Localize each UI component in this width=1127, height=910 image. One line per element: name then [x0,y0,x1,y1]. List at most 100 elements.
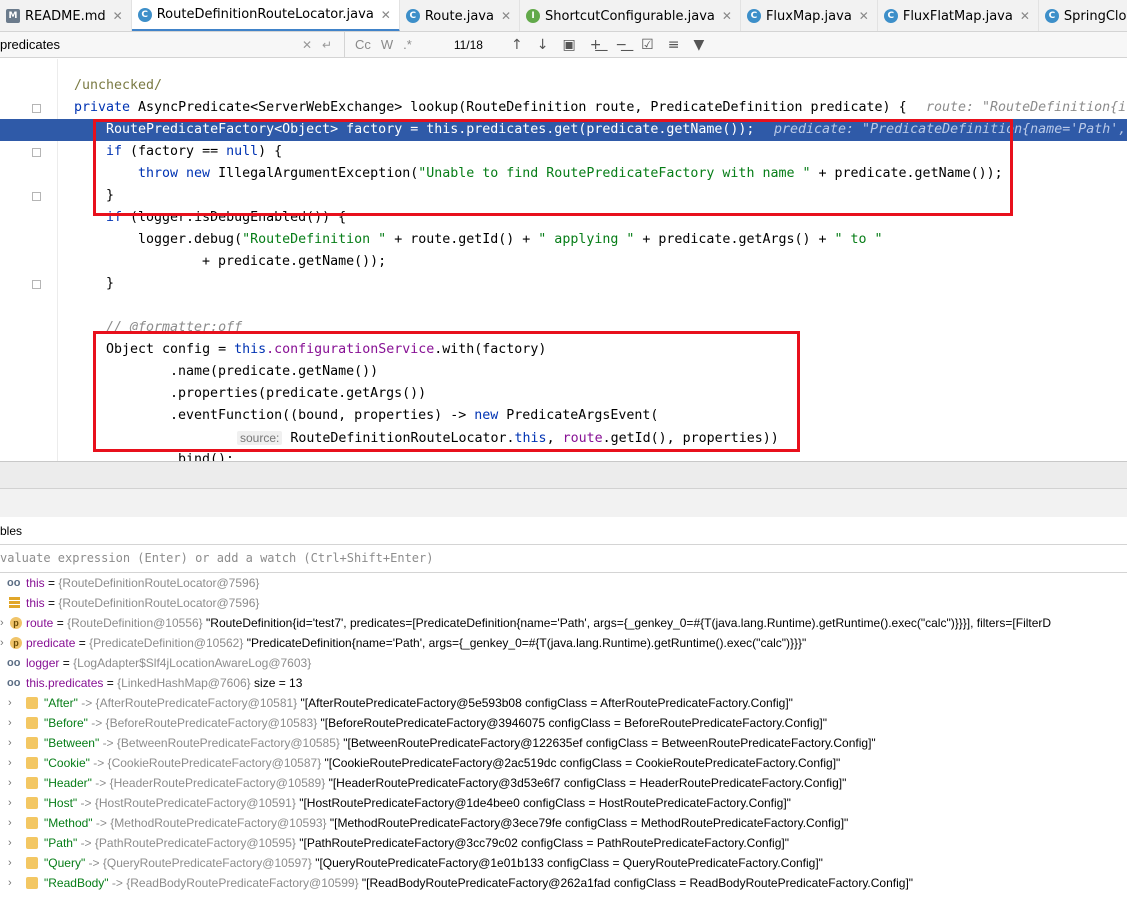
string-literal: " applying " [538,232,635,247]
variables-tree: oo this = {RouteDefinitionRouteLocator@7… [0,573,1127,910]
variable-ref: -> {PathRoutePredicateFactory@10595} [80,836,296,850]
tab-route-definition-route-locator[interactable]: C RouteDefinitionRouteLocator.java ✕ [131,0,400,31]
search-query: predicates [0,37,60,52]
variable-ref: -> {CookieRoutePredicateFactory@10587} [93,756,322,770]
chevron-right-icon[interactable]: › [8,833,12,853]
string-literal: "RouteDefinition " [242,232,387,247]
add-selection-icon[interactable]: +͟ [590,37,602,53]
variable-ref: {LogAdapter$Slf4jLocationAwareLog@7603} [73,656,312,670]
variable-row[interactable]: oo this = {RouteDefinitionRouteLocator@7… [0,573,1127,593]
variable-value: "[ReadBodyRoutePredicateFactory@262a1fad… [361,876,914,890]
map-entry-row[interactable]: › "Cookie" -> {CookieRoutePredicateFacto… [0,753,1127,773]
variable-ref: -> {AfterRoutePredicateFactory@10581} [81,696,298,710]
select-occurrences-icon[interactable]: ☑ [641,37,654,53]
map-key: "Before" [44,716,88,730]
clear-search-icon[interactable]: ✕ [302,38,312,52]
class-file-icon: C [883,9,898,23]
close-icon[interactable]: ✕ [859,9,869,23]
code-text: + predicate.getArgs() + [634,232,835,247]
chevron-right-icon[interactable]: › [0,613,4,633]
chevron-right-icon[interactable]: › [8,693,12,713]
map-entry-row[interactable]: › "Between" -> {BetweenRoutePredicateFac… [0,733,1127,753]
in-selection-icon[interactable]: ≡ [668,37,680,53]
map-entry-row[interactable]: › "Host" -> {HostRoutePredicateFactory@1… [0,793,1127,813]
interface-file-icon: I [526,9,541,23]
variable-ref: -> {MethodRoutePredicateFactory@10593} [95,816,327,830]
map-entry-row[interactable]: › "Method" -> {MethodRoutePredicateFacto… [0,813,1127,833]
tab-flux-map[interactable]: C FluxMap.java ✕ [741,0,878,31]
variable-name: predicate [26,636,76,650]
chevron-right-icon[interactable]: › [8,793,12,813]
close-icon[interactable]: ✕ [113,9,123,23]
variable-row[interactable]: oo logger = {LogAdapter$Slf4jLocationAwa… [0,653,1127,673]
watch-placeholder: valuate expression (Enter) or add a watc… [0,551,434,565]
map-entry-row[interactable]: › "After" -> {AfterRoutePredicateFactory… [0,693,1127,713]
tab-route[interactable]: C Route.java ✕ [400,0,521,31]
chevron-right-icon[interactable]: › [0,633,4,653]
close-icon[interactable]: ✕ [381,8,391,22]
tab-spring-cloud-gateway-demo-app[interactable]: C SpringCloudGatewayDemoAppl [1039,0,1127,31]
map-entry-row[interactable]: › "Path" -> {PathRoutePredicateFactory@1… [0,833,1127,853]
variable-row[interactable]: oo this.predicates = {LinkedHashMap@7606… [0,673,1127,693]
panel-splitter[interactable] [0,461,1127,489]
parameter-icon: p [10,637,22,649]
variables-tab[interactable]: bles [0,517,1127,545]
chevron-right-icon[interactable]: › [8,733,12,753]
close-icon[interactable]: ✕ [1020,9,1030,23]
class-file-icon: C [405,9,420,23]
code-line: logger.debug("RouteDefinition " + route.… [0,229,1127,251]
highlight-box [93,119,1013,216]
regex-button[interactable]: .* [403,37,412,52]
previous-occurrence-icon[interactable]: ↑ [511,37,523,53]
class-file-icon: C [746,9,761,23]
chevron-right-icon[interactable]: › [8,713,12,733]
map-entry-row[interactable]: › "ReadBody" -> {ReadBodyRoutePredicateF… [0,873,1127,893]
variable-value: "[HeaderRoutePredicateFactory@3d53e6f7 c… [328,776,847,790]
select-all-occurrences-icon[interactable]: ▣ [562,37,575,53]
code-editor[interactable]: /unchecked/ private AsyncPredicate<Serve… [0,59,1127,461]
map-key: "Query" [44,856,86,870]
entry-icon [26,877,38,889]
entry-icon [26,797,38,809]
code-text: logger.debug( [138,232,243,247]
chevron-right-icon[interactable]: › [8,773,12,793]
variable-value: "[MethodRoutePredicateFactory@3ece79fe c… [329,816,849,830]
variable-row[interactable]: this = {RouteDefinitionRouteLocator@7596… [0,593,1127,613]
variable-row[interactable]: › p predicate = {PredicateDefinition@105… [0,633,1127,653]
filter-icon[interactable]: ▼ [693,37,704,53]
close-icon[interactable]: ✕ [722,9,732,23]
watch-expression-input[interactable]: valuate expression (Enter) or add a watc… [0,545,1127,573]
tab-shortcut-configurable[interactable]: I ShortcutConfigurable.java ✕ [520,0,741,31]
entry-icon [26,737,38,749]
variable-value: "[AfterRoutePredicateFactory@5e593b08 co… [300,696,793,710]
code-line: /unchecked/ [0,75,1127,97]
map-entry-row[interactable]: › "Header" -> {HeaderRoutePredicateFacto… [0,773,1127,793]
variable-row[interactable]: › p route = {RouteDefinition@10556} "Rou… [0,613,1127,633]
chevron-right-icon[interactable]: › [8,813,12,833]
tab-readme[interactable]: M README.md ✕ [0,0,132,31]
variable-ref: {RouteDefinition@10556} [67,616,203,630]
variable-name: this.predicates [26,676,104,690]
remove-selection-icon[interactable]: −͟ [615,37,627,53]
entry-icon [26,697,38,709]
editor-tab-bar: M README.md ✕ C RouteDefinitionRouteLoca… [0,0,1127,32]
next-occurrence-icon[interactable]: ↓ [537,37,549,53]
entry-icon [26,817,38,829]
variable-name: this [26,596,45,610]
map-entry-row[interactable]: › "Query" -> {QueryRoutePredicateFactory… [0,853,1127,873]
chevron-right-icon[interactable]: › [8,753,12,773]
map-key: "Host" [44,796,78,810]
search-input[interactable]: predicates ✕ ↵ [0,31,345,58]
map-key: "Between" [44,736,100,750]
tab-flux-flat-map[interactable]: C FluxFlatMap.java ✕ [878,0,1039,31]
variable-value: "[BeforeRoutePredicateFactory@3946075 co… [320,716,827,730]
map-entry-row[interactable]: › "Before" -> {BeforeRoutePredicateFacto… [0,713,1127,733]
close-icon[interactable]: ✕ [501,9,511,23]
chevron-right-icon[interactable]: › [8,873,12,893]
new-line-icon[interactable]: ↵ [322,38,332,52]
chevron-right-icon[interactable]: › [8,853,12,873]
variable-name: route [26,616,54,630]
code-text: + route.getId() + [386,232,539,247]
whole-words-button[interactable]: W [381,37,393,52]
match-case-button[interactable]: Cc [355,37,371,52]
